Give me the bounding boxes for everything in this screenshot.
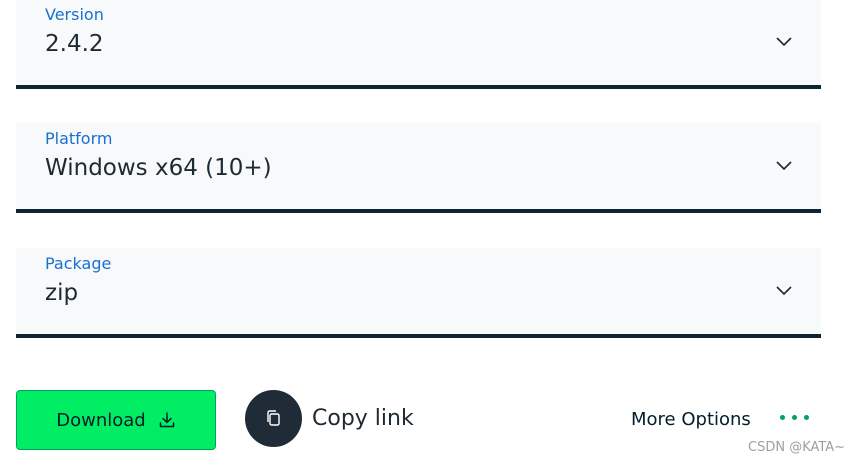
chevron-down-icon — [776, 161, 792, 171]
package-select[interactable]: Package zip — [16, 248, 821, 338]
download-label: Download — [56, 409, 146, 431]
version-label: Version — [45, 5, 104, 24]
watermark: CSDN @KATA~ — [748, 440, 846, 455]
download-button[interactable]: Download — [16, 390, 216, 450]
dot — [804, 415, 809, 420]
copy-link-label[interactable]: Copy link — [312, 406, 414, 431]
chevron-down-icon — [776, 286, 792, 296]
platform-select[interactable]: Platform Windows x64 (10+) — [16, 123, 821, 213]
download-icon — [159, 412, 174, 428]
dot — [792, 415, 797, 420]
version-value: 2.4.2 — [45, 31, 104, 57]
copy-icon — [266, 409, 280, 426]
more-options-link[interactable]: More Options — [631, 409, 751, 430]
package-label: Package — [45, 254, 112, 273]
package-value: zip — [45, 280, 79, 306]
copy-link-button[interactable] — [245, 390, 302, 447]
platform-label: Platform — [45, 129, 113, 148]
version-select[interactable]: Version 2.4.2 — [16, 0, 821, 89]
platform-value: Windows x64 (10+) — [45, 155, 272, 181]
more-dots-icon[interactable] — [780, 415, 809, 420]
chevron-down-icon — [776, 37, 792, 47]
dot — [780, 415, 785, 420]
